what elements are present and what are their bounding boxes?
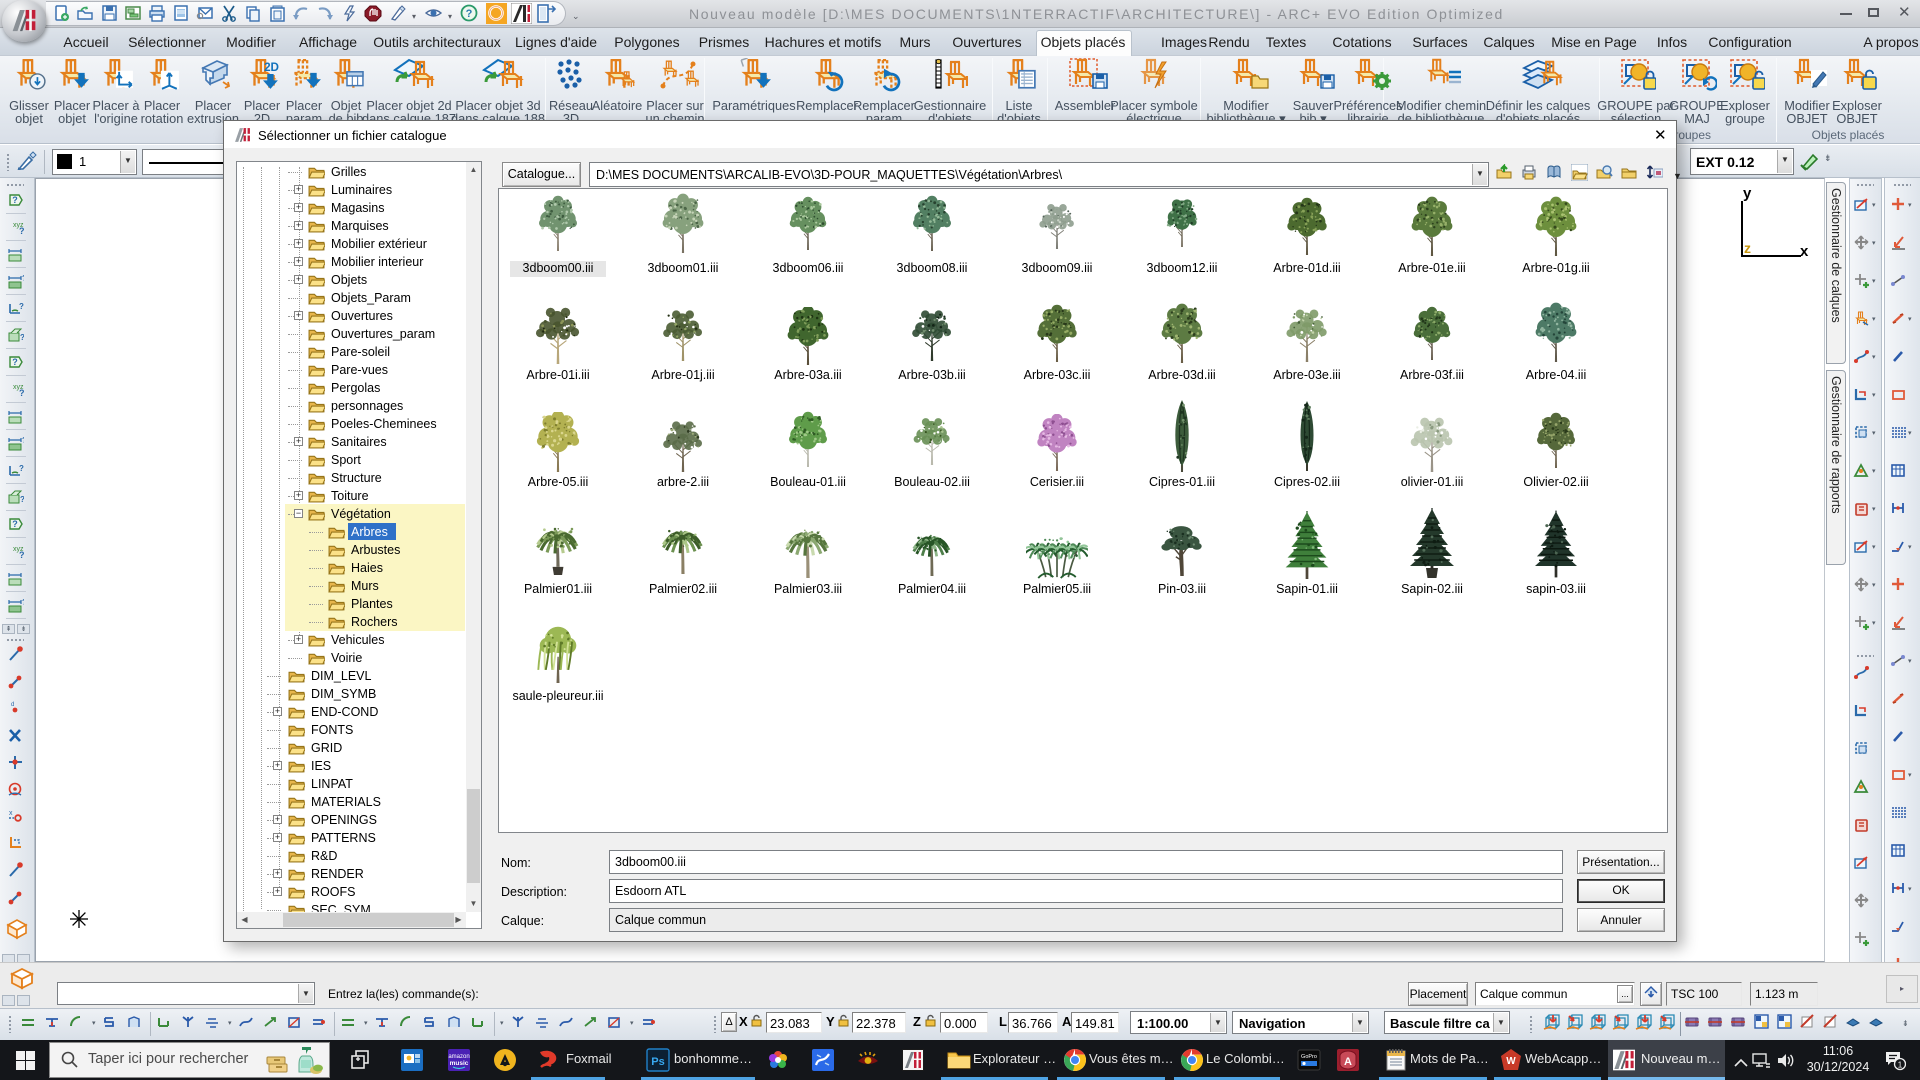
svg-text:d: d (11, 702, 14, 708)
svg-text:?: ? (20, 495, 24, 504)
svg-text:?: ? (12, 357, 18, 367)
svg-text:Ps: Ps (651, 1056, 664, 1068)
svg-text:?: ? (12, 195, 18, 205)
svg-text:1: 1 (1898, 1060, 1903, 1070)
svg-text:?: ? (19, 464, 24, 473)
svg-text:?: ? (19, 388, 24, 398)
svg-text:?: ? (22, 598, 24, 607)
svg-text:x: x (9, 810, 13, 817)
svg-text:GoPro: GoPro (1301, 1054, 1317, 1060)
svg-text:?: ? (22, 436, 24, 445)
svg-text:?: ? (466, 8, 473, 20)
svg-text:?: ? (20, 333, 24, 342)
svg-text:?: ? (12, 519, 18, 529)
svg-text:music: music (450, 1060, 469, 1067)
svg-text:?: ? (19, 550, 24, 560)
svg-text:2D: 2D (264, 61, 279, 74)
svg-text:?: ? (19, 226, 24, 236)
svg-text:W: W (1506, 1056, 1516, 1067)
svg-text:?: ? (22, 274, 24, 283)
svg-text:?: ? (19, 302, 24, 311)
svg-text:A: A (1344, 1056, 1352, 1068)
